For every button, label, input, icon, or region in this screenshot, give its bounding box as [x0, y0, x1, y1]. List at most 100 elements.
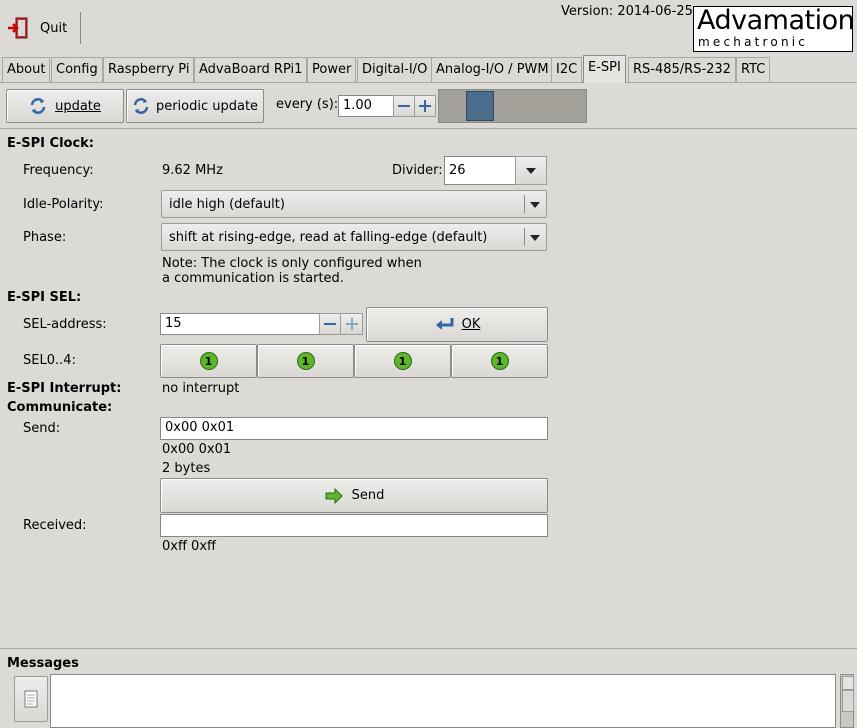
indicator-value: 1 [301, 354, 310, 368]
tab-rtc[interactable]: RTC [736, 57, 771, 82]
enter-arrow-icon [434, 316, 456, 334]
quit-icon [6, 16, 30, 40]
tab-label: AdvaBoard RPi1 [199, 62, 303, 77]
tab-label: Analog-I/O / PWM [436, 62, 549, 77]
sel-indicator-2[interactable]: 1 [354, 344, 451, 378]
received-label: Received: [23, 518, 87, 533]
sel-indicator-3[interactable]: 1 [451, 344, 548, 378]
divider-dropdown-button[interactable] [515, 156, 547, 185]
refresh-icon [29, 97, 47, 115]
green-circle-icon: 1 [490, 352, 509, 370]
tab-e-spi[interactable]: E-SPI [583, 55, 626, 83]
clock-heading: E-SPI Clock: [7, 136, 95, 151]
every-input[interactable]: 1.00 [338, 95, 394, 117]
chevron-down-icon [526, 167, 536, 174]
messages-scrollbar[interactable] [840, 674, 854, 728]
section-divider [0, 128, 857, 129]
send-button[interactable]: Send [160, 478, 548, 513]
every-increment-button[interactable] [414, 95, 436, 117]
sel04-label: SEL0..4: [23, 353, 76, 368]
plus-icon [345, 318, 358, 330]
tab-label: Power [312, 62, 352, 77]
send-byte-count: 2 bytes [162, 461, 211, 476]
green-circle-icon: 1 [393, 352, 412, 370]
received-input[interactable] [160, 514, 548, 537]
clock-note-line1: Note: The clock is only configured when [162, 256, 422, 271]
tab-config[interactable]: Config [51, 57, 103, 82]
combo-separator [524, 228, 525, 246]
communicate-heading: Communicate: [7, 400, 113, 415]
messages-heading: Messages [7, 656, 79, 671]
tab-label: RTC [741, 62, 766, 77]
update-button[interactable]: update [6, 89, 124, 123]
send-label: Send: [23, 421, 61, 436]
chevron-down-icon [530, 235, 540, 241]
idle-polarity-label: Idle-Polarity: [23, 197, 104, 212]
tab-label: Digital-I/O [362, 62, 428, 77]
quit-button[interactable]: Quit [6, 10, 72, 46]
tab-raspberry-pi[interactable]: Raspberry Pi [103, 57, 195, 82]
send-parsed: 0x00 0x01 [162, 442, 232, 457]
interrupt-label: E-SPI Interrupt: [7, 381, 122, 396]
scroll-up-icon[interactable] [842, 676, 854, 690]
received-parsed: 0xff 0xff [162, 539, 216, 554]
sel-address-input[interactable]: 15 [160, 313, 320, 335]
tab-label: Raspberry Pi [108, 62, 190, 77]
tab-advaboard-rpi1[interactable]: AdvaBoard RPi1 [194, 57, 308, 82]
send-input[interactable]: 0x00 0x01 [160, 417, 548, 440]
indicator-value: 1 [204, 354, 213, 368]
tab-i2c[interactable]: I2C [551, 57, 583, 82]
messages-textarea[interactable] [50, 674, 836, 728]
sel-address-label: SEL-address: [23, 317, 107, 332]
send-button-label: Send [351, 488, 385, 503]
logo-title: Advamation [697, 6, 853, 36]
ok-label: OK [461, 317, 481, 332]
phase-value: shift at rising-edge, read at falling-ed… [169, 229, 488, 245]
periodic-update-button[interactable]: periodic update [126, 89, 264, 123]
scroll-thumb[interactable] [842, 690, 854, 712]
clear-messages-button[interactable] [14, 676, 48, 722]
refresh-icon [132, 97, 150, 115]
indicator-value: 1 [495, 354, 504, 368]
ok-button[interactable]: OK [366, 307, 548, 342]
periodic-progress-bar [438, 89, 587, 123]
chevron-down-icon [530, 202, 540, 208]
clock-note-line2: a communication is started. [162, 271, 344, 286]
tab-analog-io-pwm[interactable]: Analog-I/O / PWM [431, 57, 554, 82]
tab-power[interactable]: Power [307, 57, 357, 82]
divider-input[interactable]: 26 [444, 156, 516, 185]
quit-label: Quit [40, 20, 68, 36]
tab-digital-io[interactable]: Digital-I/O [357, 57, 433, 82]
progress-block [466, 91, 494, 121]
advamation-logo: Advamation mechatronic [693, 6, 853, 52]
sel-address-increment-button[interactable] [340, 313, 363, 335]
phase-label: Phase: [23, 230, 67, 245]
every-label: every (s): [276, 97, 339, 112]
document-icon [24, 690, 38, 708]
tab-about[interactable]: About [2, 57, 51, 82]
messages-divider [0, 648, 857, 649]
minus-icon [398, 105, 410, 107]
idle-polarity-value: idle high (default) [169, 196, 285, 212]
tab-rs485-rs232[interactable]: RS-485/RS-232 [628, 57, 736, 82]
logo-subtitle: mechatronic [698, 35, 809, 49]
sel-heading: E-SPI SEL: [7, 290, 82, 305]
tab-label: RS-485/RS-232 [633, 62, 731, 77]
sel-indicator-1[interactable]: 1 [257, 344, 354, 378]
sel-indicator-0[interactable]: 1 [160, 344, 257, 378]
version-label: Version: 2014-06-25 [561, 4, 693, 19]
phase-select[interactable]: shift at rising-edge, read at falling-ed… [161, 223, 547, 251]
update-label: update [55, 98, 101, 114]
idle-polarity-select[interactable]: idle high (default) [161, 190, 547, 218]
frequency-label: Frequency: [23, 163, 94, 178]
every-decrement-button[interactable] [393, 95, 415, 117]
periodic-update-label: periodic update [155, 98, 259, 114]
arrow-right-icon [324, 487, 344, 504]
tab-label: About [7, 62, 46, 77]
sel-address-decrement-button[interactable] [319, 313, 341, 335]
indicator-value: 1 [398, 354, 407, 368]
divider-label: Divider: [392, 163, 443, 178]
toolbar-separator [80, 12, 81, 44]
frequency-value: 9.62 MHz [162, 163, 223, 178]
green-circle-icon: 1 [199, 352, 218, 370]
